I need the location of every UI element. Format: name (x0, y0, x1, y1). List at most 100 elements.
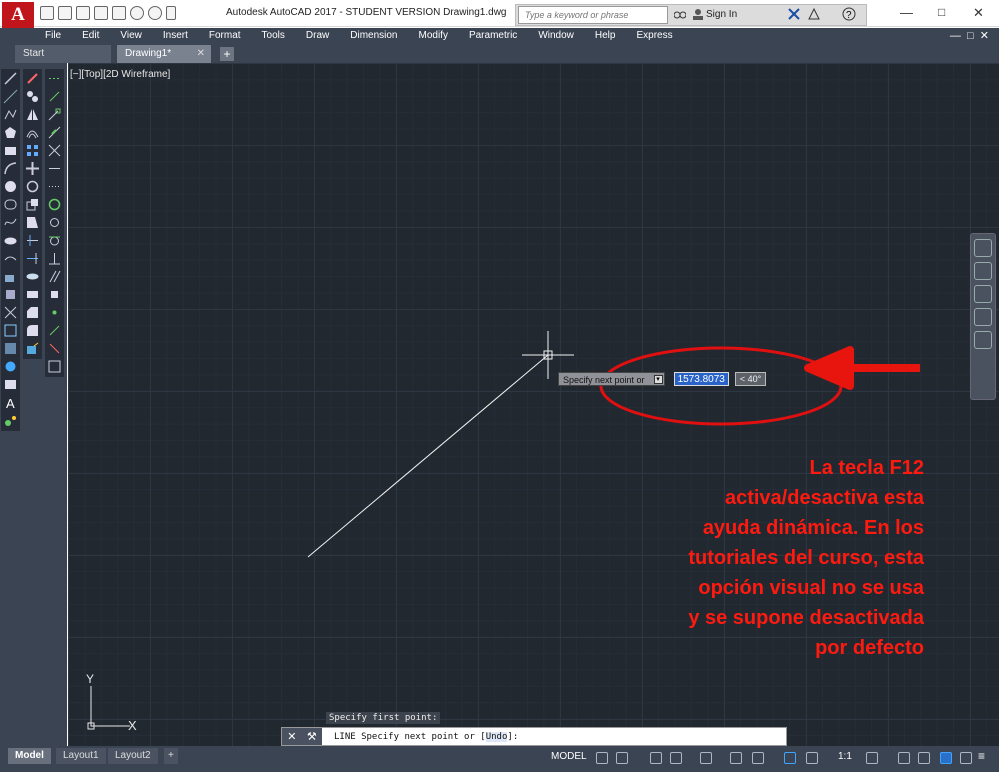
osnap-icon[interactable] (752, 752, 764, 764)
polygon-icon[interactable] (3, 125, 18, 141)
pan-hand-icon[interactable] (974, 262, 992, 280)
gradient-icon[interactable] (3, 341, 18, 357)
tab-drawing1[interactable]: Drawing1* ✕ (117, 45, 211, 63)
help-icon[interactable]: ? (842, 7, 856, 21)
tab-close-icon[interactable]: ✕ (197, 45, 205, 63)
menu-view[interactable]: View (110, 30, 153, 41)
temp-track-icon[interactable] (47, 71, 62, 87)
layout-tab-layout2[interactable]: Layout2 (108, 748, 158, 764)
layout-tab-model[interactable]: Model (8, 748, 51, 764)
point-icon[interactable] (3, 305, 18, 321)
binoculars-icon[interactable] (674, 8, 686, 20)
multiline-text-icon[interactable]: A (3, 395, 18, 411)
polyline-icon[interactable] (3, 107, 18, 123)
menu-dimension[interactable]: Dimension (340, 30, 408, 41)
snap-intersection-icon[interactable] (47, 143, 62, 159)
menu-edit[interactable]: Edit (72, 30, 110, 41)
zoom-extents-icon[interactable] (974, 285, 992, 303)
plus-icon[interactable] (898, 752, 910, 764)
redo-icon[interactable] (148, 6, 162, 20)
customize-menu-icon[interactable]: ≡ (978, 749, 990, 763)
new-icon[interactable] (40, 6, 54, 20)
rectangle-icon[interactable] (3, 143, 18, 159)
layout-tab-layout1[interactable]: Layout1 (56, 748, 106, 764)
dynamic-input-angle-field[interactable]: < 40° (734, 372, 767, 386)
isolate-icon[interactable] (918, 752, 930, 764)
make-block-icon[interactable] (3, 287, 18, 303)
user-icon[interactable] (692, 8, 704, 20)
dynamic-input-options-icon[interactable]: ▾ (653, 374, 663, 384)
arc-icon[interactable] (3, 161, 18, 177)
add-layout-button[interactable]: + (164, 748, 178, 764)
isodraft-icon[interactable] (700, 752, 712, 764)
snap-insert-icon[interactable] (47, 287, 62, 303)
tab-start[interactable]: Start (15, 45, 111, 63)
spline-icon[interactable] (3, 215, 18, 231)
snap-midpoint-icon[interactable] (47, 125, 62, 141)
region-icon[interactable] (3, 359, 18, 375)
steering-wheel-icon[interactable] (974, 239, 992, 257)
drawing-canvas[interactable]: [−][Top][2D Wireframe] Specify next poin… (68, 63, 999, 746)
dynamic-input-length-field[interactable]: 1573.8073 (673, 372, 729, 386)
open-icon[interactable] (58, 6, 72, 20)
application-menu-button[interactable]: A (2, 2, 34, 28)
workspace-gear-icon[interactable] (866, 752, 878, 764)
polar-icon[interactable] (670, 752, 682, 764)
menu-tools[interactable]: Tools (252, 30, 296, 41)
snap-icon[interactable] (616, 752, 628, 764)
snap-node-icon[interactable] (47, 305, 62, 321)
hardware-acceleration-icon[interactable] (940, 752, 952, 764)
search-input[interactable] (519, 7, 667, 23)
search-box[interactable] (518, 6, 668, 24)
snap-from-icon[interactable] (47, 89, 62, 105)
add-selected-icon[interactable] (3, 413, 18, 429)
object-snap-tracking-icon[interactable] (730, 752, 742, 764)
construction-line-icon[interactable] (3, 89, 18, 105)
revision-cloud-icon[interactable] (3, 197, 18, 213)
rotate-icon[interactable] (25, 179, 40, 195)
plot-icon[interactable] (112, 6, 126, 20)
mirror-icon[interactable] (25, 107, 40, 123)
exchange-x-icon[interactable] (788, 8, 800, 20)
menu-parametric[interactable]: Parametric (459, 30, 528, 41)
trim-icon[interactable] (25, 233, 40, 249)
undo-icon[interactable] (130, 6, 144, 20)
copy-icon[interactable] (25, 89, 40, 105)
menu-draw[interactable]: Draw (296, 30, 340, 41)
snap-tangent-icon[interactable] (47, 233, 62, 249)
save-as-icon[interactable] (94, 6, 108, 20)
explode-icon[interactable] (25, 341, 40, 357)
menu-modify[interactable]: Modify (409, 30, 459, 41)
line-tool-icon[interactable] (3, 71, 18, 87)
save-icon[interactable] (76, 6, 90, 20)
insert-block-icon[interactable] (3, 269, 18, 285)
snap-perpendicular-icon[interactable] (47, 251, 62, 267)
scale-icon[interactable] (25, 197, 40, 213)
hatch-icon[interactable] (3, 323, 18, 339)
chamfer-icon[interactable] (25, 305, 40, 321)
autodesk-360-icon[interactable] (808, 8, 820, 20)
command-close-icon[interactable]: ✕ (287, 730, 296, 743)
table-icon[interactable] (3, 377, 18, 393)
annotation-visibility-icon[interactable] (784, 752, 796, 764)
snap-quadrant-icon[interactable] (47, 215, 62, 231)
snap-apparent-icon[interactable] (47, 161, 62, 177)
erase-icon[interactable] (25, 71, 40, 87)
fillet-icon[interactable] (25, 323, 40, 339)
command-line[interactable]: ✕ ⚒ LINE Specify next point or [Undo]: (281, 727, 787, 746)
stretch-icon[interactable] (25, 215, 40, 231)
menu-express[interactable]: Express (626, 30, 683, 41)
snap-nearest-icon[interactable] (47, 323, 62, 339)
menu-window[interactable]: Window (528, 30, 585, 41)
menu-insert[interactable]: Insert (153, 30, 199, 41)
move-icon[interactable] (25, 161, 40, 177)
window-controls-small[interactable]: — □ ✕ (950, 29, 999, 42)
command-input[interactable]: LINE Specify next point or [Undo]: (322, 731, 518, 742)
menu-format[interactable]: Format (199, 30, 252, 41)
maximize-icon[interactable]: □ (938, 5, 945, 19)
sign-in-link[interactable]: Sign In (706, 9, 737, 20)
array-icon[interactable] (25, 143, 40, 159)
new-tab-button[interactable]: + (220, 47, 234, 61)
annotation-scale[interactable]: 1:1 (838, 751, 852, 762)
extend-icon[interactable] (25, 251, 40, 267)
